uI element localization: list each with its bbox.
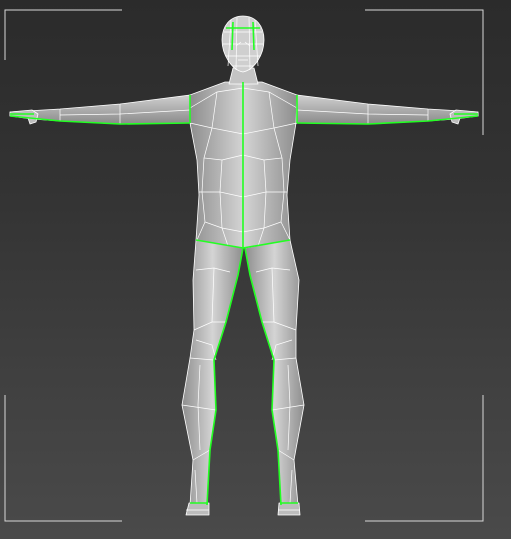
right-arm[interactable] <box>296 94 479 125</box>
safe-frame-corner-top-left <box>4 9 122 60</box>
viewport-canvas[interactable] <box>0 0 511 539</box>
left-foot[interactable] <box>185 502 210 516</box>
viewport-front[interactable] <box>0 0 511 539</box>
safe-frame-corner-bottom-left <box>4 395 122 522</box>
safe-frame-corner-bottom-right <box>365 395 484 522</box>
right-leg[interactable] <box>244 239 305 506</box>
human-body-mesh[interactable] <box>9 15 479 516</box>
left-arm[interactable] <box>9 94 191 125</box>
left-leg[interactable] <box>181 239 244 506</box>
